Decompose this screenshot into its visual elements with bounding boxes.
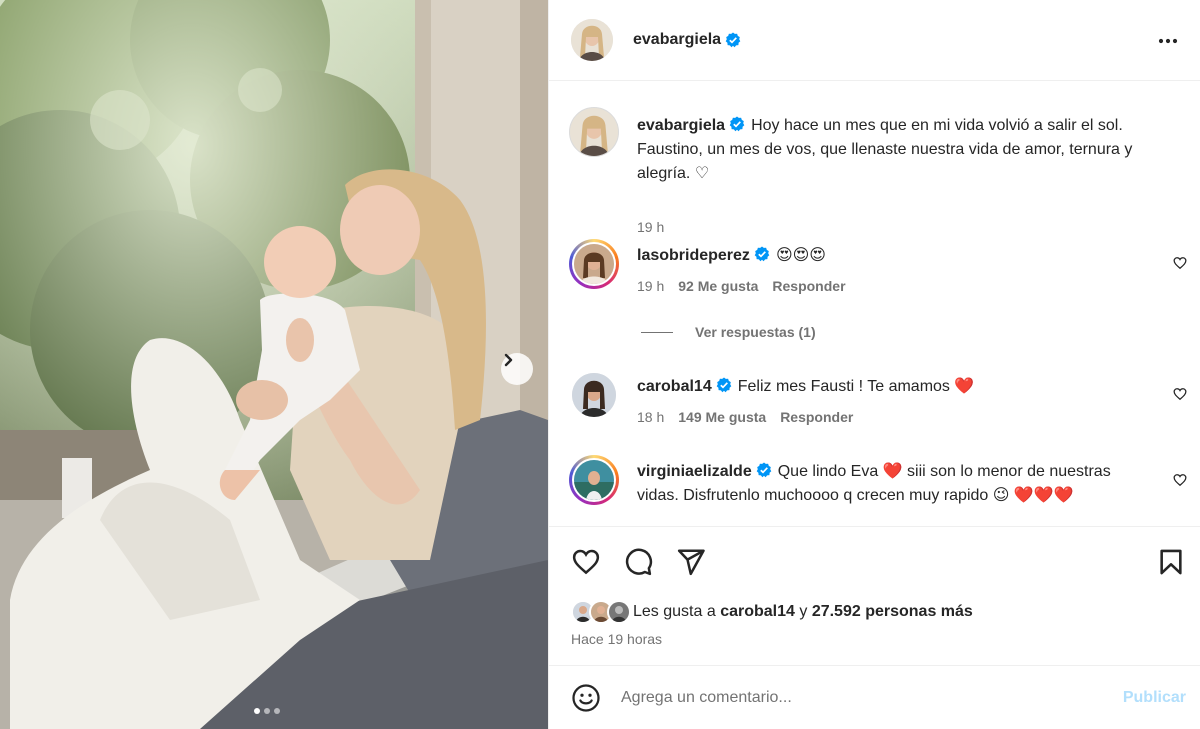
chevron-right-icon [504, 353, 513, 367]
comment-body: carobal14 Feliz mes Fausti ! Te amamos ❤️ [637, 375, 1149, 399]
post-actions: Les gusta a carobal14 y 27.592 personas … [549, 526, 1200, 666]
verified-badge-icon [725, 32, 741, 48]
likes-connector: y [799, 603, 808, 620]
post-side-panel: evabargiela evabargiela Hoy hace un mes q… [548, 0, 1200, 729]
comment-like-heart-icon[interactable] [1173, 387, 1187, 401]
post-comment-button[interactable]: Publicar [1123, 689, 1186, 707]
emoji-icon[interactable] [571, 683, 601, 713]
carousel-dot-3 [274, 708, 280, 714]
caption-author-avatar[interactable] [569, 107, 619, 157]
story-ring[interactable] [569, 239, 619, 289]
author-avatar[interactable] [571, 19, 613, 61]
likes-summary: Les gusta a carobal14 y 27.592 personas … [571, 600, 973, 624]
comment-likes[interactable]: 149 Me gusta [678, 409, 766, 425]
like-heart-icon[interactable] [571, 547, 601, 577]
post-photo[interactable] [0, 0, 548, 729]
verified-badge-icon [756, 462, 772, 478]
commenter-avatar [574, 244, 614, 284]
comment-row: virginiaelizalde Que lindo Eva ❤️ siii so… [569, 455, 1189, 526]
reply-button[interactable]: Responder [780, 409, 853, 425]
carousel-dot-1 [254, 708, 260, 714]
comment-bubble-icon[interactable] [623, 547, 653, 577]
comment-text: Feliz mes Fausti ! Te amamos ❤️ [737, 378, 975, 395]
view-replies-label: Ver respuestas (1) [695, 324, 816, 340]
verified-badge-icon [729, 116, 745, 132]
comment-text: 😍😍😍 [775, 247, 826, 264]
comment-time[interactable]: 18 h [637, 409, 664, 425]
comment-row: lasobrideperez 😍😍😍 19 h 92 Me gusta Respo… [569, 239, 1189, 309]
liker-avatar [607, 600, 631, 624]
caption-meta: 19 h [637, 219, 664, 235]
carousel-next-button[interactable] [501, 353, 533, 385]
author-username[interactable]: evabargiela [633, 31, 721, 49]
more-horizontal-icon[interactable] [1157, 30, 1179, 52]
likes-prefix: Les gusta a [633, 603, 716, 620]
commenter-username[interactable]: lasobrideperez [637, 247, 750, 264]
post-timestamp[interactable]: Hace 19 horas [571, 631, 662, 647]
comments-list[interactable]: evabargiela Hoy hace un mes que en mi vid… [549, 82, 1200, 526]
view-replies-button[interactable]: Ver respuestas (1) [641, 324, 816, 340]
comment-row: carobal14 Feliz mes Fausti ! Te amamos ❤️… [569, 370, 1189, 440]
likes-user[interactable]: carobal14 [720, 603, 795, 621]
commenter-avatar [574, 460, 614, 500]
caption-time[interactable]: 19 h [637, 219, 664, 235]
verified-badge-icon [716, 377, 732, 393]
liker-avatars [571, 600, 631, 624]
reply-button[interactable]: Responder [772, 278, 845, 294]
comment-composer: Publicar [549, 667, 1200, 729]
comment-body: lasobrideperez 😍😍😍 [637, 244, 1149, 268]
caption-username[interactable]: evabargiela [637, 117, 725, 134]
comment-input[interactable] [621, 689, 1091, 707]
comment-meta: 18 h 149 Me gusta Responder [637, 409, 853, 425]
commenter-username[interactable]: carobal14 [637, 378, 712, 395]
comment-likes[interactable]: 92 Me gusta [678, 278, 758, 294]
commenter-username[interactable]: virginiaelizalde [637, 463, 752, 480]
verified-badge-icon [754, 246, 770, 262]
photo-illustration [0, 0, 548, 729]
comment-body: virginiaelizalde Que lindo Eva ❤️ siii so… [637, 460, 1149, 508]
commenter-avatar[interactable] [572, 373, 616, 417]
carousel-indicator [254, 708, 280, 714]
likes-count[interactable]: 27.592 personas más [812, 603, 973, 621]
comment-meta: 19 h 92 Me gusta Responder [637, 278, 846, 294]
share-send-icon[interactable] [676, 547, 706, 577]
replies-divider [641, 331, 673, 333]
comment-like-heart-icon[interactable] [1173, 473, 1187, 487]
caption-body: evabargiela Hoy hace un mes que en mi vid… [637, 114, 1149, 186]
comment-like-heart-icon[interactable] [1173, 256, 1187, 270]
post-header: evabargiela [549, 0, 1200, 81]
comment-time[interactable]: 19 h [637, 278, 664, 294]
carousel-dot-2 [264, 708, 270, 714]
save-bookmark-icon[interactable] [1157, 547, 1185, 577]
caption-row: evabargiela Hoy hace un mes que en mi vid… [569, 107, 1189, 235]
story-ring[interactable] [569, 455, 619, 505]
